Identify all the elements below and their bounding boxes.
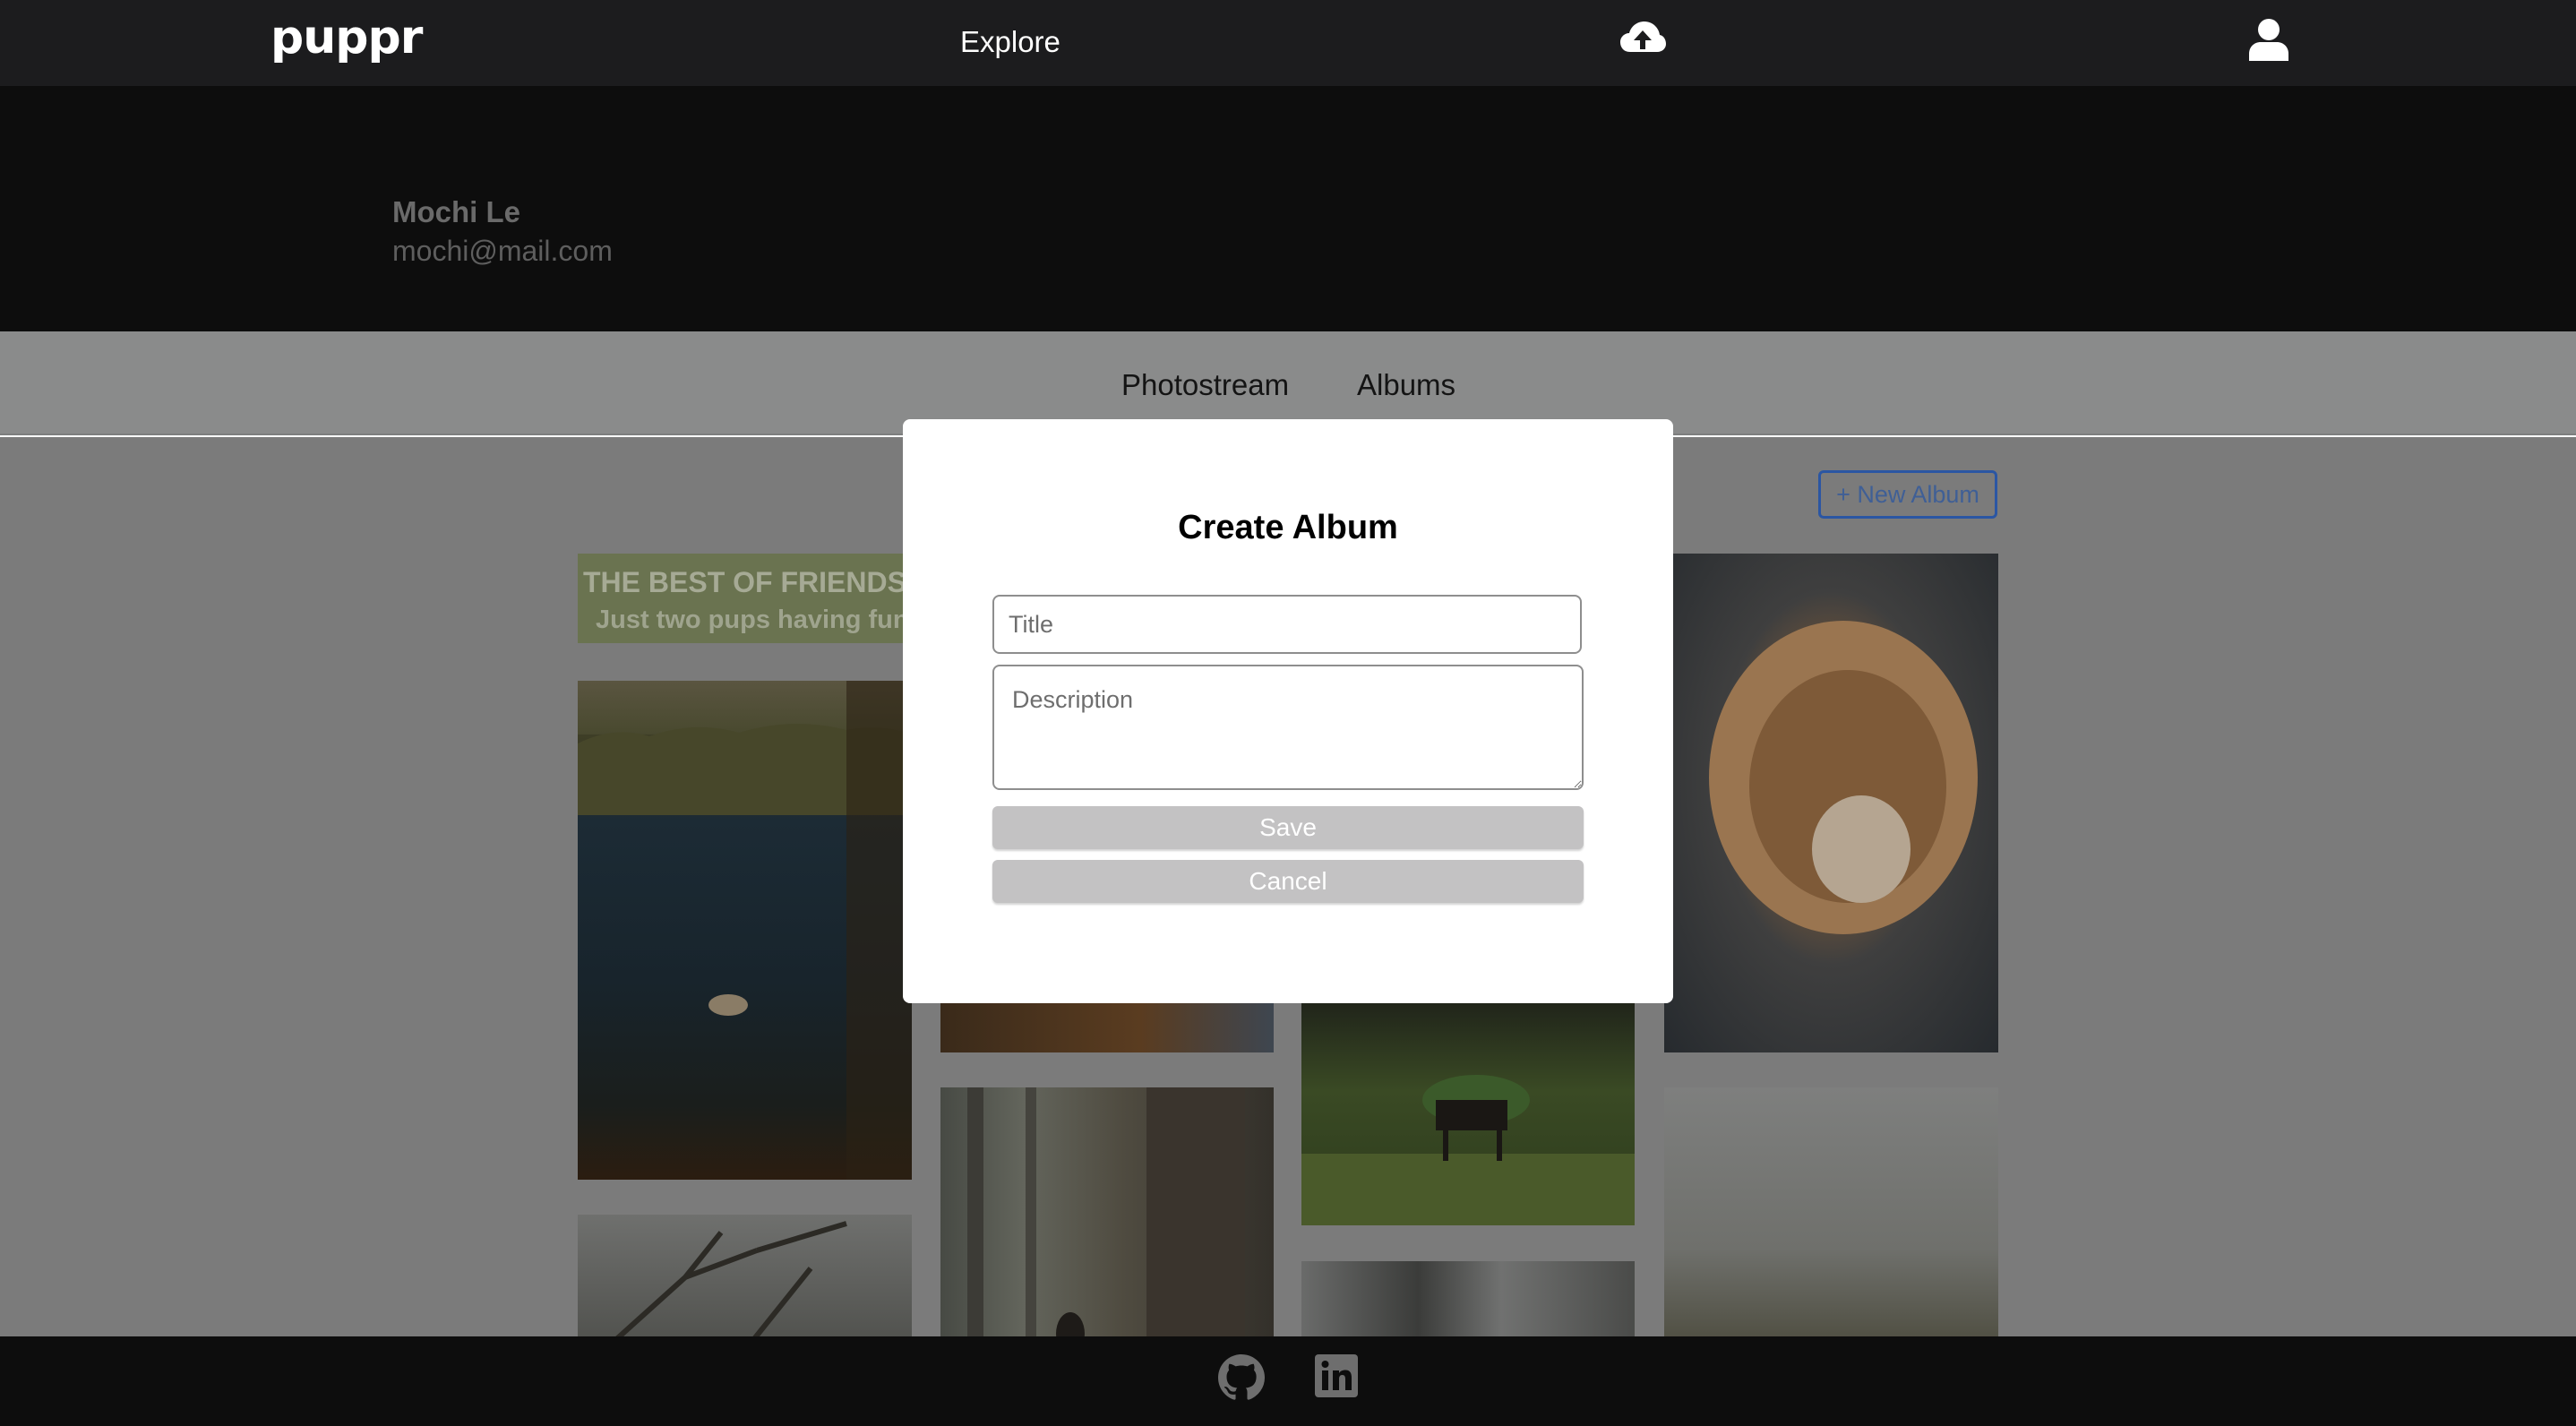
album-description-input[interactable] bbox=[992, 665, 1584, 790]
album-card-title: THE BEST OF FRIENDS bbox=[583, 566, 906, 598]
footer bbox=[0, 1336, 2576, 1426]
photo-dog-field[interactable] bbox=[1664, 1087, 1998, 1356]
nav-explore-link[interactable]: Explore bbox=[960, 25, 1060, 59]
photo-dog-in-forest[interactable] bbox=[940, 1087, 1274, 1356]
github-icon[interactable] bbox=[1218, 1354, 1265, 1401]
profile-name: Mochi Le bbox=[392, 195, 521, 228]
user-icon[interactable] bbox=[2248, 18, 2289, 61]
photo-dog-in-lake[interactable] bbox=[578, 681, 912, 1180]
linkedin-icon[interactable] bbox=[1315, 1354, 1358, 1397]
cloud-upload-icon[interactable] bbox=[1619, 20, 1666, 59]
save-button[interactable]: Save bbox=[992, 806, 1584, 849]
tab-photostream[interactable]: Photostream bbox=[1121, 368, 1289, 402]
album-card-subtitle: Just two pups having fun bbox=[596, 606, 909, 634]
profile-email: mochi@mail.com bbox=[392, 235, 613, 267]
tab-albums[interactable]: Albums bbox=[1357, 368, 1455, 402]
create-album-modal: Create Album Save Cancel bbox=[903, 419, 1673, 1003]
album-title-input[interactable] bbox=[992, 595, 1582, 654]
photo-dog-with-moss[interactable] bbox=[1301, 1001, 1635, 1225]
new-album-button[interactable]: + New Album bbox=[1818, 470, 1997, 519]
modal-title: Create Album bbox=[1178, 509, 1398, 546]
cancel-button[interactable]: Cancel bbox=[992, 860, 1584, 903]
album-card[interactable]: THE BEST OF FRIENDS Just two pups having… bbox=[578, 554, 927, 643]
logo[interactable]: puppr bbox=[270, 11, 423, 64]
photo-sleeping-dog[interactable] bbox=[1664, 554, 1998, 1052]
profile-banner bbox=[0, 86, 2576, 331]
